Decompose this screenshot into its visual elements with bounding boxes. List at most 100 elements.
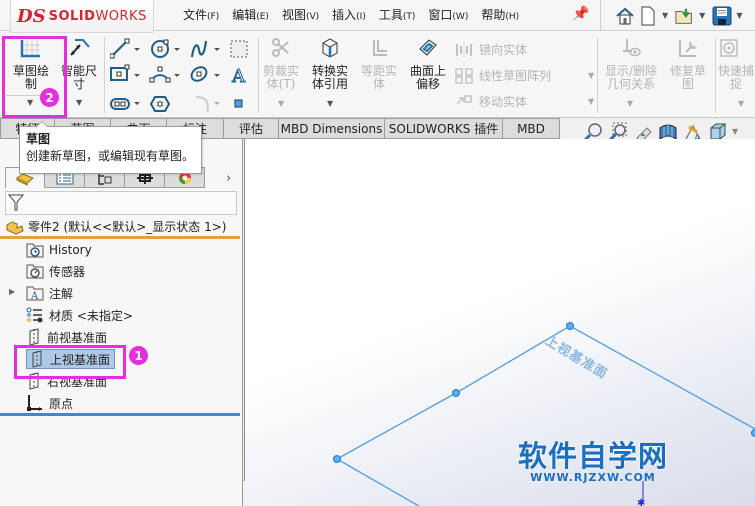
tooltip-title: 草图 [26, 132, 51, 146]
chevron-down-icon [134, 48, 140, 51]
menu-window[interactable]: 窗口(W) [423, 6, 476, 26]
tab-evaluate[interactable]: 评估 [224, 118, 279, 139]
polygon-tool-icon[interactable] [149, 96, 171, 112]
spline-tool-icon [190, 40, 208, 58]
plane-tool-icon[interactable] [230, 40, 248, 58]
fillet-tool-icon [195, 96, 209, 113]
expand-arrow-icon[interactable]: ▶ [9, 287, 15, 296]
menu-label: 文件 [183, 8, 208, 22]
chevron-down-icon [214, 102, 220, 105]
menu-tools[interactable]: 工具(T) [374, 6, 424, 26]
convert-entities-button[interactable]: 转换实 体引用 [306, 37, 354, 91]
line-tool-icon[interactable] [109, 38, 130, 59]
snap-dropdown[interactable]: ▼ [738, 99, 744, 108]
mirror-entities-button[interactable]: 镜向实体 [455, 41, 527, 58]
tab-label: 评估 [238, 122, 263, 136]
tree-item-history[interactable]: History [26, 240, 92, 260]
part-root-node[interactable]: 零件2 (默认<<默认>_显示状态 1>) [5, 218, 226, 235]
offset-label-line2: 体 [372, 77, 385, 91]
slot-tool-icon[interactable] [110, 98, 130, 110]
filter-icon [8, 194, 24, 211]
smart-dimension-dropdown[interactable]: ▼ [76, 98, 82, 107]
chevron-down-icon [134, 102, 140, 105]
tree-item-annotations[interactable]: A 注解 [26, 283, 73, 303]
tree-filter[interactable] [5, 191, 237, 215]
chevron-right-icon[interactable]: › [226, 171, 231, 186]
plane-handle [452, 389, 460, 397]
highlight-box-sketch [2, 36, 67, 118]
origin-marker: ✱ [637, 498, 645, 506]
new-document-icon[interactable] [638, 6, 658, 26]
relations-dropdown[interactable]: ▼ [627, 99, 633, 108]
chevron-down-icon [134, 74, 140, 77]
tree-item-origin[interactable]: 原点 [26, 393, 73, 413]
pin-icon[interactable]: 📌 [572, 6, 589, 22]
offset-on-surface-button[interactable]: 曲面上 偏移 [405, 37, 451, 91]
arc-tool-icon[interactable] [149, 66, 171, 83]
offset-entities-icon [373, 40, 387, 56]
part-icon [6, 220, 24, 235]
tab-solidworks-addins[interactable]: SOLIDWORKS 插件 [385, 118, 503, 139]
ds-logo-icon: DS [17, 5, 46, 27]
move-dropdown[interactable]: ▼ [588, 97, 594, 106]
smart-dimension-icon [70, 39, 90, 56]
trim-entities-button[interactable]: 剪裁实 体(T) [259, 37, 303, 91]
open-folder-icon[interactable] [675, 6, 695, 26]
circle-tool-icon[interactable] [151, 39, 169, 58]
solidworks-logo[interactable]: DS SOLID WORKS [10, 0, 154, 33]
menu-label: 视图 [281, 8, 306, 22]
linear-pattern-dropdown[interactable]: ▼ [588, 71, 594, 80]
tree-item-sensors[interactable]: 传感器 [26, 261, 85, 281]
mirror-icon [456, 42, 472, 57]
convert-dropdown[interactable]: ▼ [327, 99, 333, 108]
chevron-down-icon[interactable]: ▼ [736, 11, 742, 20]
save-icon[interactable] [712, 6, 732, 26]
tab-mbd-dimensions[interactable]: MBD Dimensions [279, 118, 385, 139]
tree-item-front-plane[interactable]: 前视基准面 [26, 327, 107, 347]
top-plane-preview[interactable]: ✱ [244, 139, 755, 506]
menu-file[interactable]: 文件(F) [178, 6, 227, 26]
menu-edit[interactable]: 编辑(E) [227, 6, 277, 26]
menu-key: (F) [207, 12, 220, 22]
linear-pattern-button[interactable]: 线性草图阵列 [455, 67, 551, 84]
move-label: 移动实体 [479, 95, 528, 109]
menu-view[interactable]: 视图(V) [277, 6, 327, 26]
offset-entities-button[interactable]: 等距实 体 [357, 37, 401, 91]
logo-text-works: WORKS [95, 8, 147, 24]
quick-snaps-button[interactable]: 快速捕 捉 [718, 37, 755, 91]
repair-label-line2: 图 [681, 77, 694, 91]
menu-help[interactable]: 帮助(H) [476, 6, 527, 26]
display-delete-relations-button[interactable]: 显示/删除 几何关系 [600, 37, 662, 91]
solidworks-window: DS SOLID WORKS 文件(F) 编辑(E) 视图(V) 插入(I) 工具… [0, 0, 755, 506]
move-entities-button[interactable]: 移动实体 [455, 93, 527, 110]
logo-text-solid: SOLID [48, 8, 96, 24]
tooltip-body: 创建新草图，或编辑现有草图。 [26, 149, 195, 163]
feature-manager-panel: › 零件2 (默认<<默认>_显示状态 1>) History 传感器 ▶ A … [0, 139, 243, 506]
tab-label: MBD [517, 121, 545, 136]
viewport-border [244, 139, 245, 481]
svg-text:A: A [30, 291, 39, 301]
chevron-down-icon[interactable]: ▼ [732, 127, 738, 136]
history-folder-icon [26, 243, 44, 258]
menu-bar: 文件(F) 编辑(E) 视图(V) 插入(I) 工具(T) 窗口(W) 帮助(H… [178, 6, 527, 26]
tree-item-label: 原点 [49, 396, 74, 411]
menu-insert[interactable]: 插入(I) [327, 6, 374, 26]
tree-item-label: 材质 <未指定> [49, 308, 133, 323]
ellipse-tool-icon[interactable] [189, 64, 209, 83]
rectangle-tool-icon[interactable] [110, 64, 130, 81]
tree-item-material[interactable]: 材质 <未指定> [26, 305, 133, 325]
move-icon [456, 94, 472, 105]
step-badge-2: 2 [40, 88, 59, 107]
rollback-bar[interactable] [0, 413, 240, 416]
home-icon[interactable] [615, 6, 635, 26]
text-tool-icon: A [231, 66, 246, 87]
tab-mbd[interactable]: MBD [503, 118, 560, 139]
chevron-down-icon[interactable]: ▼ [699, 11, 705, 20]
repair-sketch-button[interactable]: 修复草 图 [666, 37, 710, 91]
trim-dropdown[interactable]: ▼ [278, 99, 284, 108]
chevron-down-icon[interactable]: ▼ [662, 11, 668, 20]
graphics-area[interactable]: ✱ [244, 139, 755, 506]
tree-top-divider [0, 236, 240, 239]
sensor-folder-icon [26, 264, 44, 279]
menu-key: (I) [356, 12, 366, 22]
